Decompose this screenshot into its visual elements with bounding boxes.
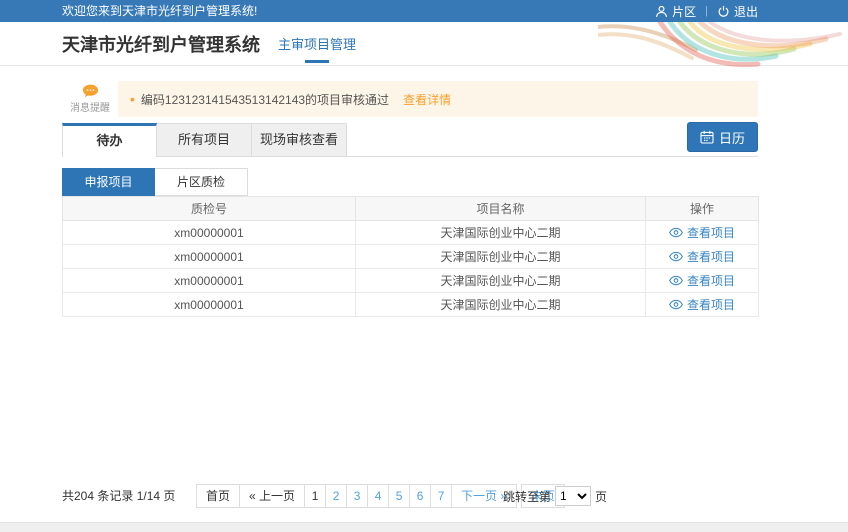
message-text: 编码123123141543513142143的项目审核通过 xyxy=(141,91,389,108)
district-menu[interactable]: 片区 xyxy=(655,3,696,20)
header: 天津市光纤到户管理系统 主审项目管理 xyxy=(0,22,848,66)
message-bar: 消息提醒 • 编码123123141543513142143的项目审核通过 查看… xyxy=(62,81,758,117)
view-project-label: 查看项目 xyxy=(687,272,735,289)
view-project-link[interactable]: 查看项目 xyxy=(669,248,735,265)
jump-label-suffix: 页 xyxy=(595,488,607,505)
eye-icon xyxy=(669,251,683,262)
subtab-district-qc[interactable]: 片区质检 xyxy=(155,168,248,196)
main-tabs: 待办 所有项目 现场审核查看 xyxy=(62,123,758,157)
projects-table: 质检号 项目名称 操作 xm00000001 天津国际创业中心二期 查看项目 x… xyxy=(62,196,759,317)
page-button-2[interactable]: 2 xyxy=(325,484,347,508)
view-details-link[interactable]: 查看详情 xyxy=(403,91,451,108)
topbar: 欢迎您来到天津市光纤到户管理系统! 片区 | 退出 xyxy=(0,0,848,22)
prev-page-button[interactable]: « 上一页 xyxy=(239,484,305,508)
logout-button[interactable]: 退出 xyxy=(717,3,758,20)
calendar-button-label: 日历 xyxy=(719,128,745,147)
page-button-6[interactable]: 6 xyxy=(409,484,431,508)
table-row: xm00000001 天津国际创业中心二期 查看项目 xyxy=(63,293,759,317)
nav-active-underline xyxy=(305,60,329,63)
cell-qc-no: xm00000001 xyxy=(63,221,356,245)
page-button-4[interactable]: 4 xyxy=(367,484,389,508)
tab-todo[interactable]: 待办 xyxy=(62,123,157,157)
page-button-7[interactable]: 7 xyxy=(430,484,452,508)
user-icon xyxy=(655,5,668,18)
page-title: 天津市光纤到户管理系统 xyxy=(62,22,260,65)
calendar-button[interactable]: 日历 xyxy=(687,122,758,152)
topbar-right: 片区 | 退出 xyxy=(655,0,758,22)
table-row: xm00000001 天津国际创业中心二期 查看项目 xyxy=(63,221,759,245)
view-project-link[interactable]: 查看项目 xyxy=(669,272,735,289)
district-label: 片区 xyxy=(672,3,696,20)
view-project-link[interactable]: 查看项目 xyxy=(669,296,735,313)
view-project-label: 查看项目 xyxy=(687,224,735,241)
col-header-actions: 操作 xyxy=(646,197,759,221)
jump-label-prefix: 跳转至第 xyxy=(503,488,551,505)
view-project-link[interactable]: 查看项目 xyxy=(669,224,735,241)
eye-icon xyxy=(669,275,683,286)
page-button-1[interactable]: 1 xyxy=(304,484,326,508)
page: 欢迎您来到天津市光纤到户管理系统! 片区 | 退出 xyxy=(0,0,848,532)
welcome-text: 欢迎您来到天津市光纤到户管理系统! xyxy=(62,0,257,22)
view-project-label: 查看项目 xyxy=(687,296,735,313)
jump-page-select[interactable]: 1 xyxy=(555,486,591,506)
view-project-label: 查看项目 xyxy=(687,248,735,265)
cell-qc-no: xm00000001 xyxy=(63,269,356,293)
first-page-button[interactable]: 首页 xyxy=(196,484,240,508)
sub-tabs: 申报项目 片区质检 xyxy=(62,168,248,196)
cell-project-name: 天津国际创业中心二期 xyxy=(356,269,646,293)
cell-project-name: 天津国际创业中心二期 xyxy=(356,245,646,269)
message-bullet: • xyxy=(130,91,135,107)
footer-strip xyxy=(0,522,848,532)
tab-onsite-review[interactable]: 现场审核查看 xyxy=(252,123,347,157)
page-button-5[interactable]: 5 xyxy=(388,484,410,508)
col-header-project-name: 项目名称 xyxy=(356,197,646,221)
eye-icon xyxy=(669,227,683,238)
cell-project-name: 天津国际创业中心二期 xyxy=(356,293,646,317)
power-icon xyxy=(717,5,730,18)
subtab-declared-projects[interactable]: 申报项目 xyxy=(62,168,155,196)
table-row: xm00000001 天津国际创业中心二期 查看项目 xyxy=(63,245,759,269)
cell-project-name: 天津国际创业中心二期 xyxy=(356,221,646,245)
topbar-divider: | xyxy=(705,5,708,17)
message-reminder-label: 消息提醒 xyxy=(62,103,118,115)
page-jump: 跳转至第 1 页 xyxy=(503,484,607,508)
nav-label: 主审项目管理 xyxy=(278,37,356,52)
page-button-3[interactable]: 3 xyxy=(346,484,368,508)
table-row: xm00000001 天津国际创业中心二期 查看项目 xyxy=(63,269,759,293)
message-reminder-box: 消息提醒 xyxy=(62,81,118,117)
message-line: • 编码123123141543513142143的项目审核通过 查看详情 xyxy=(130,81,451,117)
chat-bubble-icon xyxy=(82,84,99,98)
calendar-icon xyxy=(700,130,714,144)
cell-qc-no: xm00000001 xyxy=(63,293,356,317)
cell-qc-no: xm00000001 xyxy=(63,245,356,269)
eye-icon xyxy=(669,299,683,310)
logout-label: 退出 xyxy=(734,3,758,20)
table-header-row: 质检号 项目名称 操作 xyxy=(63,197,759,221)
records-summary: 共204 条记录 1/14 页 xyxy=(62,484,175,508)
tab-all-projects[interactable]: 所有项目 xyxy=(157,123,252,157)
fiber-cables-image xyxy=(598,22,848,74)
nav-main-review-management[interactable]: 主审项目管理 xyxy=(278,22,356,65)
col-header-qc-no: 质检号 xyxy=(63,197,356,221)
